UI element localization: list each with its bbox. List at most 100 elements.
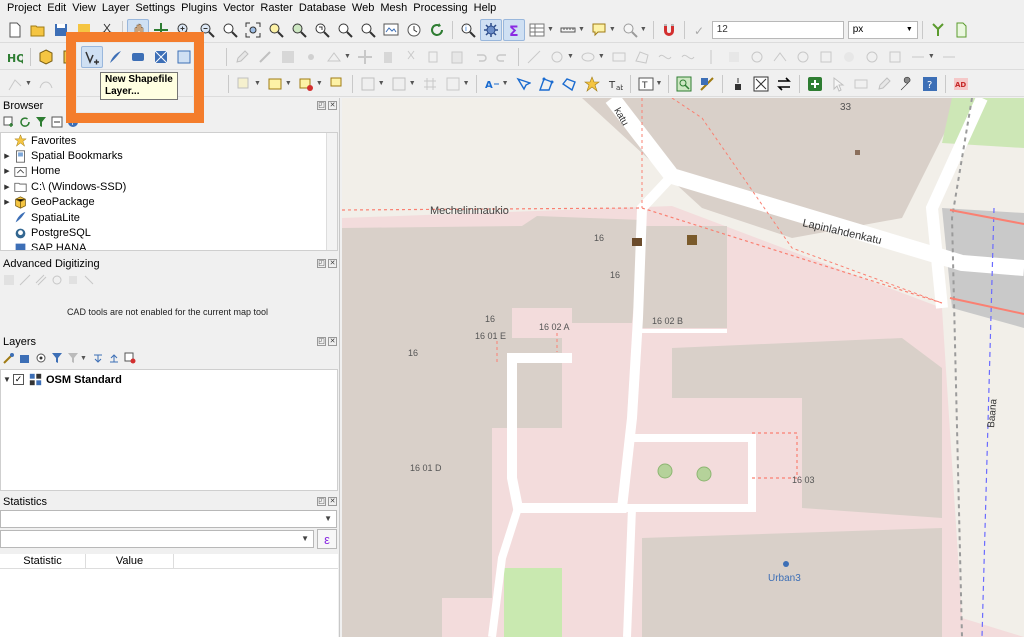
menu-settings[interactable]: Settings (132, 0, 178, 16)
toggle-editing-icon[interactable] (254, 46, 276, 68)
expand-arrow-icon[interactable]: ▶ (1, 198, 13, 206)
layer-labeling-icon[interactable]: A (481, 73, 503, 95)
star-label-icon[interactable] (581, 73, 603, 95)
close-panel-icon[interactable]: ✕ (328, 259, 337, 268)
cad-settings-icon[interactable] (66, 274, 79, 287)
browser-item-home[interactable]: ▶ Home (1, 164, 337, 179)
identify-icon[interactable]: i (457, 19, 479, 41)
more-tools-icon[interactable] (938, 46, 960, 68)
statistical-summary-icon[interactable]: Σ (503, 18, 525, 41)
text-size-icon[interactable]: ✓ (689, 19, 711, 41)
zoom-full-icon[interactable] (242, 19, 264, 41)
swap-arrows-icon[interactable] (773, 73, 795, 95)
simplify-icon[interactable] (769, 46, 791, 68)
digitize-line-icon[interactable] (4, 73, 26, 95)
menu-plugins[interactable]: Plugins (178, 0, 220, 16)
cursor-select-icon[interactable] (827, 73, 849, 95)
browser-item-favorites[interactable]: Favorites (1, 133, 337, 148)
copy-features-icon[interactable] (423, 46, 445, 68)
filter-expression-icon[interactable] (66, 352, 79, 365)
move-feature-icon[interactable] (354, 46, 376, 68)
add-part-icon[interactable] (815, 46, 837, 68)
close-panel-icon[interactable]: ✕ (328, 101, 337, 110)
select-location-icon[interactable] (326, 73, 348, 95)
edit-icon[interactable] (873, 73, 895, 95)
add-rectangle-icon[interactable] (608, 46, 630, 68)
cad-parallel-icon[interactable] (34, 274, 47, 287)
field-calculator-icon[interactable] (357, 73, 379, 95)
float-panel-icon[interactable]: ◰ (317, 101, 326, 110)
deselect-icon[interactable] (295, 73, 317, 95)
rotate-point-symbols-icon[interactable] (746, 46, 768, 68)
select-features-icon[interactable] (233, 73, 255, 95)
add-feature-icon[interactable] (804, 73, 826, 95)
collapse-all-icon[interactable] (108, 352, 121, 365)
save-edits-icon[interactable] (277, 46, 299, 68)
redo-icon[interactable] (492, 46, 514, 68)
show-hide-labels-icon[interactable] (535, 73, 557, 95)
fill-ring-icon[interactable] (838, 46, 860, 68)
collapse-all-icon[interactable] (50, 116, 63, 129)
add-layer-icon[interactable] (2, 116, 15, 129)
zoom-selection-icon[interactable] (265, 19, 287, 41)
label-tool-icon[interactable] (388, 73, 410, 95)
paste-features-icon[interactable] (446, 46, 468, 68)
menu-view[interactable]: View (69, 0, 99, 16)
merge-features-icon[interactable] (723, 46, 745, 68)
menu-vector[interactable]: Vector (220, 0, 257, 16)
zoom-native-icon[interactable] (311, 19, 333, 41)
new-geopackage-layer-icon[interactable] (35, 46, 57, 68)
add-point-icon[interactable] (300, 46, 322, 68)
close-panel-icon[interactable]: ✕ (328, 337, 337, 346)
menu-project[interactable]: Project (4, 0, 44, 16)
ad-plugin-icon[interactable]: AD (950, 73, 972, 95)
filter-icon[interactable] (34, 116, 47, 129)
browser-item-geopackage[interactable]: ▶ GeoPackage (1, 195, 337, 210)
offset-curve-icon[interactable] (677, 46, 699, 68)
curve-tool-icon[interactable] (35, 73, 57, 95)
layer-visibility-checkbox[interactable]: ✓ (13, 374, 24, 386)
refresh-icon[interactable] (426, 19, 448, 41)
expand-all-icon[interactable] (92, 352, 105, 365)
menu-layer[interactable]: Layer (99, 0, 133, 16)
snapping-magnet-icon[interactable] (658, 19, 680, 41)
pin-labels-icon[interactable] (512, 73, 534, 95)
temporal-controller-icon[interactable] (403, 19, 425, 41)
gps-icon[interactable] (727, 73, 749, 95)
delete-selected-icon[interactable] (377, 46, 399, 68)
font-unit-select[interactable]: px ▼ (847, 20, 918, 39)
cut-features-icon[interactable] (400, 46, 422, 68)
georeferencer-icon[interactable] (750, 73, 772, 95)
style-manager-icon[interactable] (696, 73, 718, 95)
expand-arrow-icon[interactable]: ▶ (1, 167, 13, 175)
scale-icon[interactable] (850, 73, 872, 95)
cad-snapping-icon[interactable] (50, 274, 63, 287)
grid-tool-icon[interactable] (419, 73, 441, 95)
digitize-tracing-icon[interactable] (927, 19, 949, 41)
measure-icon[interactable] (557, 19, 579, 41)
font-size-spinbox[interactable]: 12 (711, 20, 844, 39)
digitize-shape-icon[interactable] (523, 46, 545, 68)
wrench-icon[interactable] (896, 73, 918, 95)
menu-web[interactable]: Web (349, 0, 377, 16)
select-by-value-icon[interactable] (264, 73, 286, 95)
zoom-rubberband-icon[interactable] (219, 19, 241, 41)
expand-arrow-icon[interactable]: ▶ (1, 183, 13, 191)
data-source-manager-icon[interactable]: HQ (4, 46, 26, 68)
add-group-icon[interactable] (18, 352, 31, 365)
float-panel-icon[interactable]: ◰ (317, 337, 326, 346)
browser-item-spatial-bookmarks[interactable]: ▶ Spatial Bookmarks (1, 148, 337, 163)
menu-mesh[interactable]: Mesh (377, 0, 410, 16)
close-panel-icon[interactable]: ✕ (328, 497, 337, 506)
column-header-statistic[interactable]: Statistic (0, 554, 86, 568)
add-circle-icon[interactable] (546, 46, 568, 68)
float-panel-icon[interactable]: ◰ (317, 259, 326, 268)
add-ellipse-icon[interactable] (577, 46, 599, 68)
cad-enable-icon[interactable] (2, 274, 15, 287)
help-icon[interactable]: ? (919, 73, 941, 95)
new-project-icon[interactable] (4, 19, 26, 41)
menu-edit[interactable]: Edit (44, 0, 69, 16)
add-ring-icon[interactable] (792, 46, 814, 68)
search-layer-icon[interactable] (673, 73, 695, 95)
undo-icon[interactable] (469, 46, 491, 68)
